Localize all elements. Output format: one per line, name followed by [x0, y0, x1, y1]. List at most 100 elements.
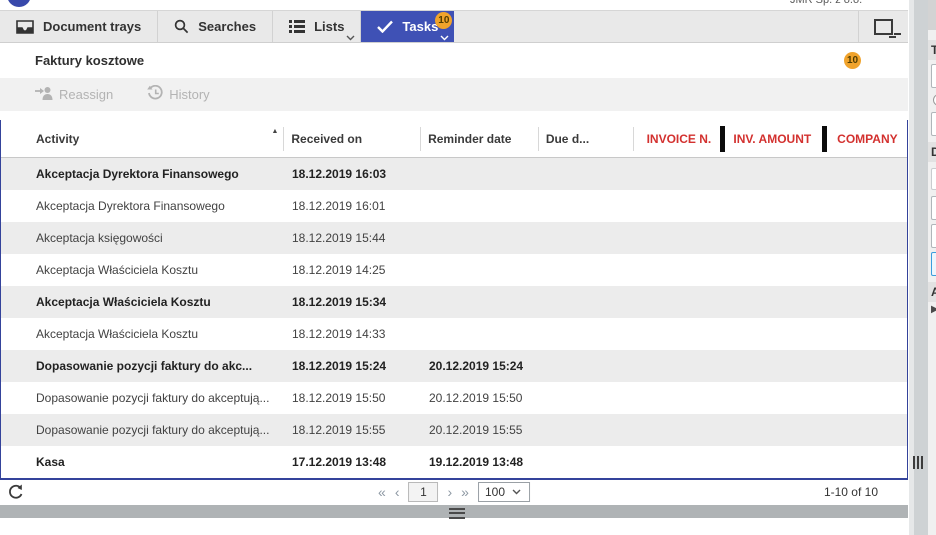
- scrollbar-grip-icon[interactable]: [449, 508, 465, 519]
- restore-window-icon: [874, 19, 893, 35]
- page-title: Faktury kosztowe: [35, 53, 144, 68]
- workspace-label: JMR Sp. z o.o.: [790, 0, 862, 6]
- side-panel-field[interactable]: [931, 168, 936, 190]
- task-row[interactable]: Akceptacja Właściciela Kosztu18.12.2019 …: [1, 286, 907, 318]
- nav-item-lists[interactable]: Lists: [273, 11, 361, 42]
- column-label: COMPANY: [837, 132, 897, 146]
- pagination: « ‹ 1 › » 100: [378, 482, 530, 502]
- task-row[interactable]: Dopasowanie pozycji faktury do akceptują…: [1, 382, 907, 414]
- cell-activity: Kasa: [1, 455, 284, 469]
- cell-activity: Akceptacja Dyrektora Finansowego: [1, 167, 284, 181]
- nav-item-label: Document trays: [43, 19, 141, 34]
- nav-item-tasks[interactable]: Tasks 10: [361, 11, 454, 42]
- next-page-button[interactable]: ›: [448, 482, 453, 502]
- app-window: JMR Sp. z o.o. Document trays Searches L…: [0, 0, 936, 535]
- result-range-label: 1-10 of 10: [824, 485, 878, 499]
- column-header-reminder-date[interactable]: Reminder date: [420, 120, 538, 157]
- splitter-grip-icon[interactable]: [913, 456, 923, 469]
- cell-activity: Akceptacja Właściciela Kosztu: [1, 295, 284, 309]
- cell-received-on: 18.12.2019 15:44: [284, 231, 421, 245]
- side-panel-field[interactable]: [931, 112, 936, 136]
- cell-reminder-date: 20.12.2019 15:55: [421, 423, 539, 437]
- check-icon: [377, 20, 393, 33]
- main-navbar: Document trays Searches Lists Tasks 10: [0, 10, 908, 43]
- cell-reminder-date: 20.12.2019 15:50: [421, 391, 539, 405]
- task-table: Activity ▲ Received on Reminder date Due…: [0, 120, 908, 480]
- tasks-count-badge: 10: [435, 12, 452, 29]
- history-button[interactable]: History: [147, 85, 209, 104]
- cell-activity: Akceptacja Właściciela Kosztu: [1, 327, 284, 341]
- side-panel-section-label: D: [928, 142, 936, 162]
- cell-received-on: 18.12.2019 14:25: [284, 263, 421, 277]
- side-panel-field[interactable]: [931, 196, 936, 220]
- reassign-label: Reassign: [59, 87, 113, 102]
- column-header-due-date[interactable]: Due d...: [538, 120, 633, 157]
- details-side-panel: T D A ▶: [928, 0, 936, 535]
- page-size-value: 100: [485, 485, 505, 499]
- column-label: Due d...: [546, 132, 589, 146]
- search-icon: [174, 19, 189, 34]
- cell-received-on: 18.12.2019 16:03: [284, 167, 421, 181]
- task-toolbar: Reassign History: [0, 78, 908, 111]
- cell-received-on: 18.12.2019 14:33: [284, 327, 421, 341]
- last-page-button[interactable]: »: [461, 482, 469, 502]
- task-row[interactable]: Akceptacja księgowości18.12.2019 15:44: [1, 222, 907, 254]
- side-panel-field[interactable]: [931, 224, 936, 248]
- view-title-row: Faktury kosztowe 10: [0, 43, 908, 78]
- table-header-row: Activity ▲ Received on Reminder date Due…: [1, 120, 907, 158]
- cell-received-on: 18.12.2019 15:55: [284, 423, 421, 437]
- restore-window-button[interactable]: [858, 11, 908, 42]
- column-header-activity[interactable]: Activity ▲: [1, 120, 283, 157]
- page-number-input[interactable]: 1: [409, 482, 439, 502]
- task-row[interactable]: Akceptacja Dyrektora Finansowego18.12.20…: [1, 158, 907, 190]
- task-row[interactable]: Akceptacja Właściciela Kosztu18.12.2019 …: [1, 318, 907, 350]
- first-page-button[interactable]: «: [378, 482, 386, 502]
- page-size-select[interactable]: 100: [478, 482, 530, 502]
- column-header-company[interactable]: COMPANY: [827, 120, 907, 157]
- column-label: INVOICE N.: [647, 132, 712, 146]
- panel-splitter[interactable]: [909, 0, 928, 535]
- column-header-received-on[interactable]: Received on: [283, 120, 420, 157]
- expand-arrow-icon[interactable]: ▶: [931, 304, 936, 315]
- cell-received-on: 18.12.2019 15:24: [284, 359, 421, 373]
- table-footer: « ‹ 1 › » 100 1-10 of 10: [0, 480, 908, 505]
- side-panel-header: [928, 0, 936, 30]
- side-panel-section-label: A: [928, 282, 936, 302]
- nav-item-label: Tasks: [402, 19, 438, 34]
- side-panel-section-label: T: [928, 40, 936, 60]
- nav-item-document-trays[interactable]: Document trays: [0, 11, 158, 42]
- cell-activity: Dopasowanie pozycji faktury do akc...: [1, 359, 284, 373]
- cell-activity: Akceptacja Właściciela Kosztu: [1, 263, 284, 277]
- horizontal-scrollbar[interactable]: [0, 505, 908, 518]
- prev-page-button[interactable]: ‹: [395, 482, 400, 502]
- view-count-badge: 10: [844, 52, 861, 69]
- reassign-button[interactable]: Reassign: [35, 86, 113, 103]
- chevron-down-icon: [440, 35, 449, 41]
- document-tray-icon: [16, 20, 34, 34]
- refresh-button[interactable]: [7, 483, 24, 505]
- nav-item-label: Lists: [314, 19, 344, 34]
- column-label: Reminder date: [428, 132, 511, 146]
- task-row[interactable]: Kasa17.12.2019 13:4819.12.2019 13:48: [1, 446, 907, 478]
- task-row[interactable]: Dopasowanie pozycji faktury do akc...18.…: [1, 350, 907, 382]
- column-label: Activity: [36, 132, 79, 146]
- column-label: INV. AMOUNT: [733, 132, 811, 146]
- task-row[interactable]: Dopasowanie pozycji faktury do akceptują…: [1, 414, 907, 446]
- reassign-icon: [35, 86, 54, 103]
- cell-activity: Akceptacja księgowości: [1, 231, 284, 245]
- chevron-down-icon: [512, 489, 521, 495]
- side-panel-field-focused[interactable]: [931, 252, 936, 276]
- cell-activity: Dopasowanie pozycji faktury do akceptują…: [1, 391, 284, 405]
- side-panel-field[interactable]: [931, 64, 936, 88]
- app-logo: [7, 0, 31, 7]
- sort-asc-icon: ▲: [271, 128, 278, 135]
- task-row[interactable]: Akceptacja Dyrektora Finansowego18.12.20…: [1, 190, 907, 222]
- cell-received-on: 18.12.2019 16:01: [284, 199, 421, 213]
- task-row[interactable]: Akceptacja Właściciela Kosztu18.12.2019 …: [1, 254, 907, 286]
- nav-item-searches[interactable]: Searches: [158, 11, 273, 42]
- cell-activity: Akceptacja Dyrektora Finansowego: [1, 199, 284, 213]
- column-header-invoice-amount[interactable]: INV. AMOUNT: [725, 120, 827, 157]
- column-header-invoice-number[interactable]: INVOICE N.: [633, 120, 726, 157]
- nav-item-label: Searches: [198, 19, 256, 34]
- cell-received-on: 17.12.2019 13:48: [284, 455, 421, 469]
